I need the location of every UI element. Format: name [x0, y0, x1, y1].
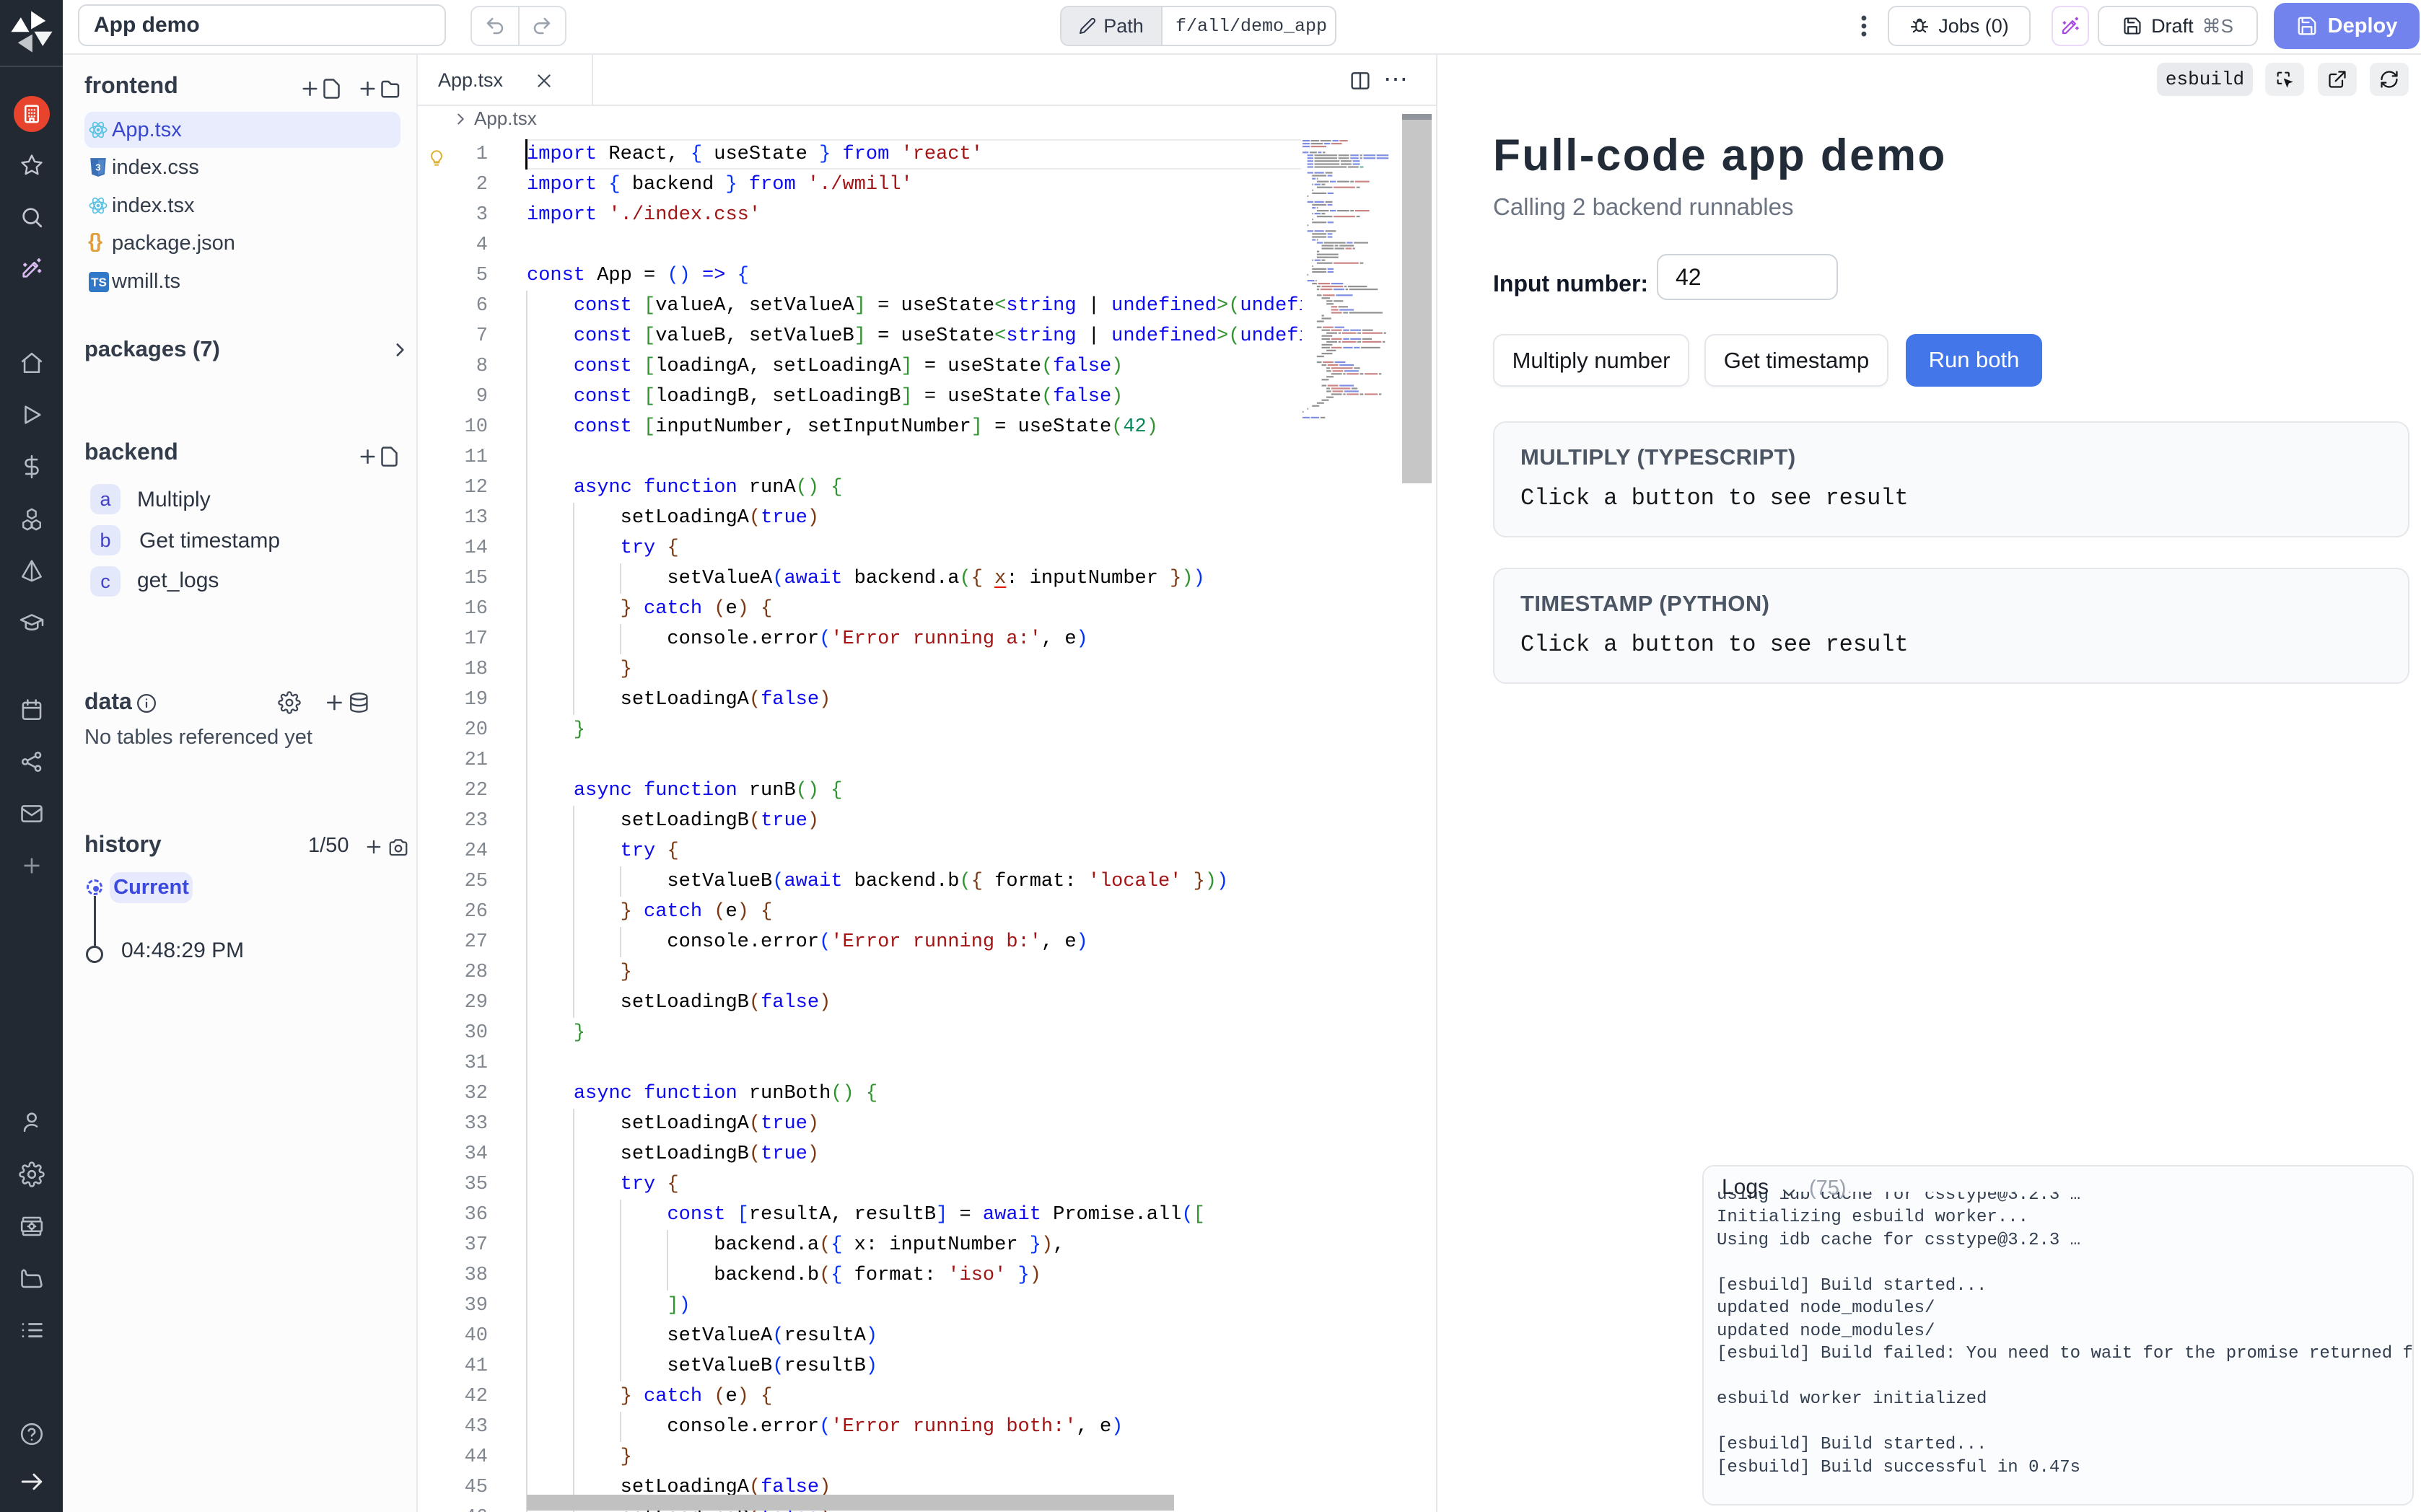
svg-text:3: 3	[95, 162, 100, 172]
